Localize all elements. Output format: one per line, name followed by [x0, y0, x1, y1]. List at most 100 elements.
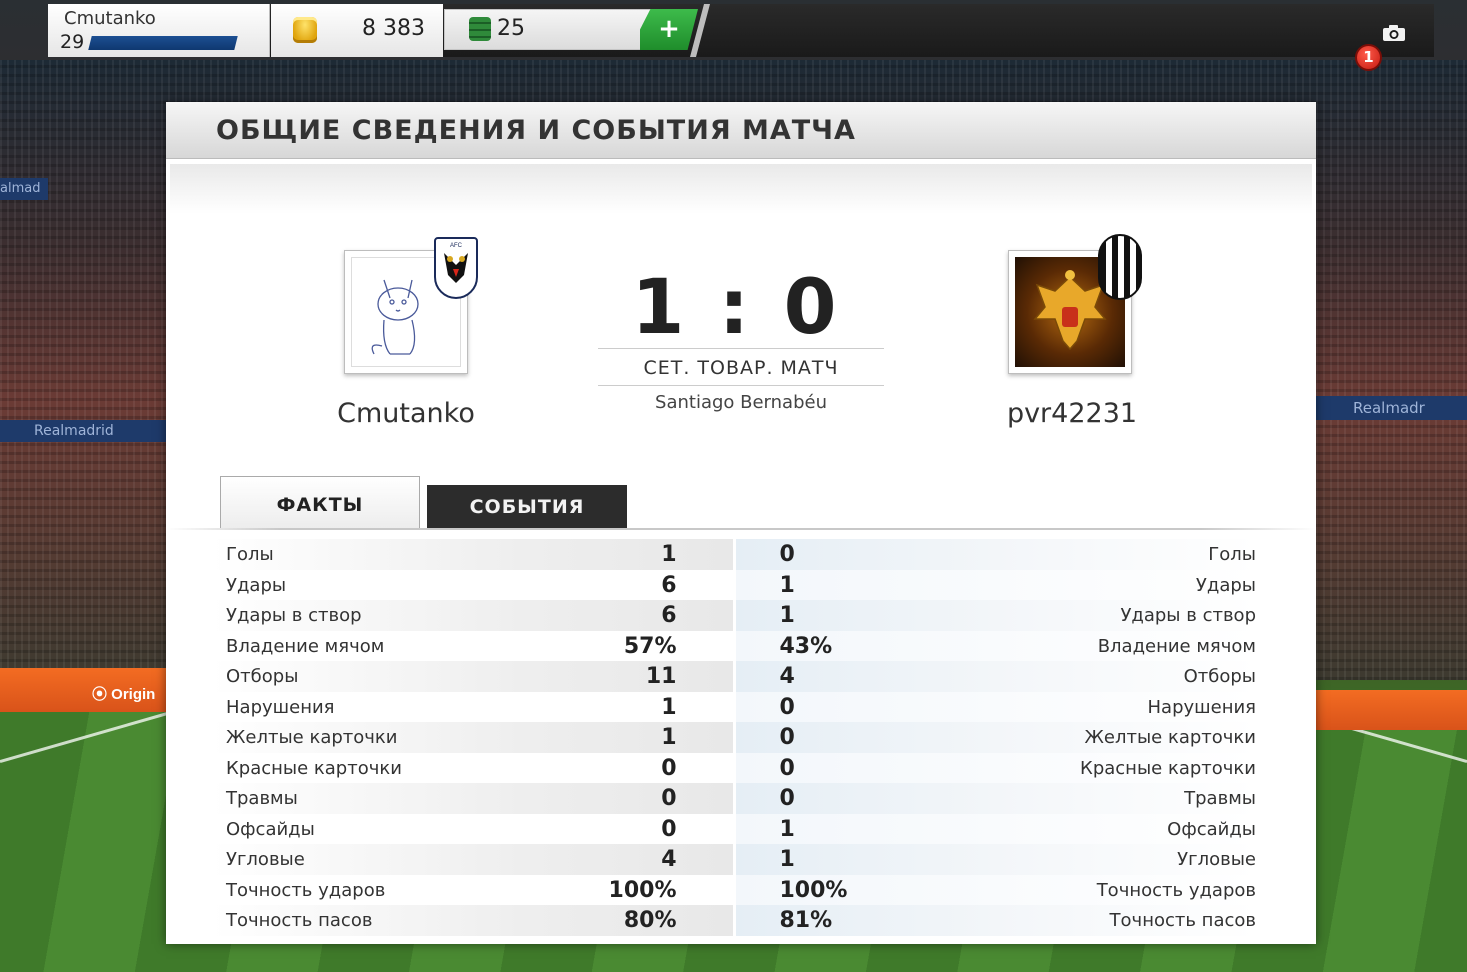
- stat-away-cell: 0 Травмы: [735, 783, 1256, 814]
- stat-label-away: Точность пасов: [1109, 910, 1256, 931]
- stat-home-cell: Угловые 4: [212, 844, 733, 875]
- stat-label-home: Точность пасов: [226, 910, 373, 931]
- stat-value-away: 1: [779, 816, 795, 842]
- stat-home-cell: Голы 1: [212, 539, 733, 570]
- panel-title: ОБЩИЕ СВЕДЕНИЯ И СОБЫТИЯ МАТЧА: [216, 115, 856, 146]
- stat-row: Голы 1 0 Голы: [212, 539, 1256, 570]
- stat-home-cell: Нарушения 1: [212, 691, 733, 722]
- stat-row: Красные карточки 0 0 Красные карточки: [212, 752, 1256, 783]
- stat-row: Удары в створ 6 1 Удары в створ: [212, 600, 1256, 631]
- stat-value-home: 57%: [623, 633, 677, 659]
- stat-label-home: Голы: [226, 544, 274, 565]
- tab-facts[interactable]: ФАКТЫ: [220, 476, 420, 528]
- stat-value-away: 100%: [779, 877, 848, 903]
- stat-home-cell: Точность ударов 100%: [212, 874, 733, 905]
- stat-row: Владение мячом 57% 43% Владение мячом: [212, 630, 1256, 661]
- xp-progress-bar: [88, 36, 238, 50]
- ad-board-right: [1315, 690, 1467, 730]
- profile-box[interactable]: Cmutanko 29: [48, 4, 270, 57]
- origin-logo: ⦿ Origin: [92, 686, 156, 703]
- stat-value-home: 6: [661, 603, 677, 628]
- stat-row: Удары 6 1 Удары: [212, 569, 1256, 600]
- match-summary-panel: ОБЩИЕ СВЕДЕНИЯ И СОБЫТИЯ МАТЧА AFC Cmuta…: [166, 102, 1316, 944]
- stat-row: Травмы 0 0 Травмы: [212, 783, 1256, 814]
- stat-row: Угловые 4 1 Угловые: [212, 844, 1256, 875]
- stat-away-cell: 0 Нарушения: [735, 691, 1256, 722]
- match-score: 1 : 0: [631, 262, 841, 351]
- stat-away-cell: 4 Отборы: [735, 661, 1256, 692]
- username: Cmutanko: [64, 8, 156, 29]
- camera-icon[interactable]: [1382, 24, 1406, 42]
- stat-label-home: Угловые: [226, 849, 305, 870]
- stat-label-away: Травмы: [1184, 788, 1256, 809]
- stat-label-home: Отборы: [226, 666, 299, 687]
- stat-value-home: 80%: [623, 908, 677, 933]
- stat-row: Отборы 11 4 Отборы: [212, 661, 1256, 692]
- stat-value-away: 0: [779, 694, 795, 720]
- stadium-banner-left-small: almad: [0, 178, 48, 200]
- stat-label-away: Точность ударов: [1096, 879, 1256, 901]
- stat-label-home: Офсайды: [226, 818, 315, 840]
- stat-home-cell: Желтые карточки 1: [212, 722, 733, 753]
- stat-label-away: Отборы: [1183, 666, 1256, 687]
- stat-value-home: 6: [661, 572, 677, 598]
- stat-away-cell: 1 Удары: [735, 569, 1256, 600]
- stat-label-home: Удары: [226, 574, 287, 596]
- afc-wimbledon-crest-icon: AFC: [434, 237, 478, 299]
- match-type: СЕТ. ТОВАР. МАТЧ: [643, 357, 839, 379]
- stat-label-home: Точность ударов: [226, 879, 386, 901]
- coins-value: 8 383: [362, 16, 425, 41]
- stat-away-cell: 1 Угловые: [735, 844, 1256, 875]
- points-value: 25: [497, 16, 525, 41]
- tabs-divider: [166, 528, 1316, 530]
- stat-row: Желтые карточки 1 0 Желтые карточки: [212, 722, 1256, 753]
- stat-label-home: Нарушения: [226, 696, 335, 718]
- stat-label-away: Угловые: [1177, 849, 1256, 870]
- stat-value-away: 1: [779, 603, 795, 628]
- stat-value-home: 4: [661, 847, 677, 872]
- stat-label-home: Владение мячом: [226, 635, 385, 657]
- stat-label-home: Травмы: [226, 788, 298, 809]
- juventus-crest-icon: [1098, 234, 1142, 300]
- stat-home-cell: Точность пасов 80%: [212, 905, 733, 936]
- stat-value-away: 0: [779, 725, 795, 750]
- stadium-banner-left: Realmadrid: [0, 420, 166, 442]
- stat-away-cell: 1 Удары в створ: [735, 600, 1256, 631]
- stat-value-away: 1: [779, 572, 795, 598]
- stat-value-home: 0: [661, 786, 677, 811]
- stat-label-away: Нарушения: [1147, 696, 1256, 718]
- stat-away-cell: 100% Точность ударов: [735, 874, 1256, 905]
- stat-value-away: 0: [779, 542, 795, 567]
- tab-events[interactable]: СОБЫТИЯ: [427, 485, 627, 528]
- stat-away-cell: 81% Точность пасов: [735, 905, 1256, 936]
- match-type-box: СЕТ. ТОВАР. МАТЧ: [598, 348, 884, 386]
- stat-home-cell: Владение мячом 57%: [212, 630, 733, 661]
- match-stats-table: Голы 1 0 Голы Удары 6 1 Удары Удары в створ 6 1 Уда…: [212, 539, 1256, 936]
- notification-badge[interactable]: 1: [1355, 44, 1382, 71]
- svg-text:AFC: AFC: [450, 243, 463, 249]
- stat-value-home: 0: [661, 816, 677, 842]
- points-stack-icon: [469, 17, 491, 41]
- stat-away-cell: 0 Голы: [735, 539, 1256, 570]
- stat-value-home: 1: [661, 694, 677, 720]
- stadium-banner-right: Realmadr: [1315, 396, 1467, 420]
- stat-label-home: Удары в створ: [226, 605, 362, 626]
- stat-label-away: Красные карточки: [1080, 757, 1256, 779]
- stat-home-cell: Травмы 0: [212, 783, 733, 814]
- stat-value-home: 100%: [608, 877, 677, 903]
- stat-label-away: Удары в створ: [1120, 605, 1256, 626]
- stat-label-home: Желтые карточки: [226, 727, 398, 748]
- stat-value-away: 4: [779, 664, 795, 689]
- stat-value-away: 1: [779, 847, 795, 872]
- home-player-name: Cmutanko: [337, 398, 475, 429]
- stat-row: Нарушения 1 0 Нарушения: [212, 691, 1256, 722]
- stat-row: Точность пасов 80% 81% Точность пасов: [212, 905, 1256, 936]
- stat-value-home: 0: [661, 755, 677, 781]
- stat-label-away: Голы: [1208, 544, 1256, 565]
- stat-away-cell: 1 Офсайды: [735, 813, 1256, 844]
- stat-home-cell: Офсайды 0: [212, 813, 733, 844]
- stat-label-away: Удары: [1195, 574, 1256, 596]
- stat-row: Офсайды 0 1 Офсайды: [212, 813, 1256, 844]
- stat-value-away: 0: [779, 786, 795, 811]
- stat-away-cell: 43% Владение мячом: [735, 630, 1256, 661]
